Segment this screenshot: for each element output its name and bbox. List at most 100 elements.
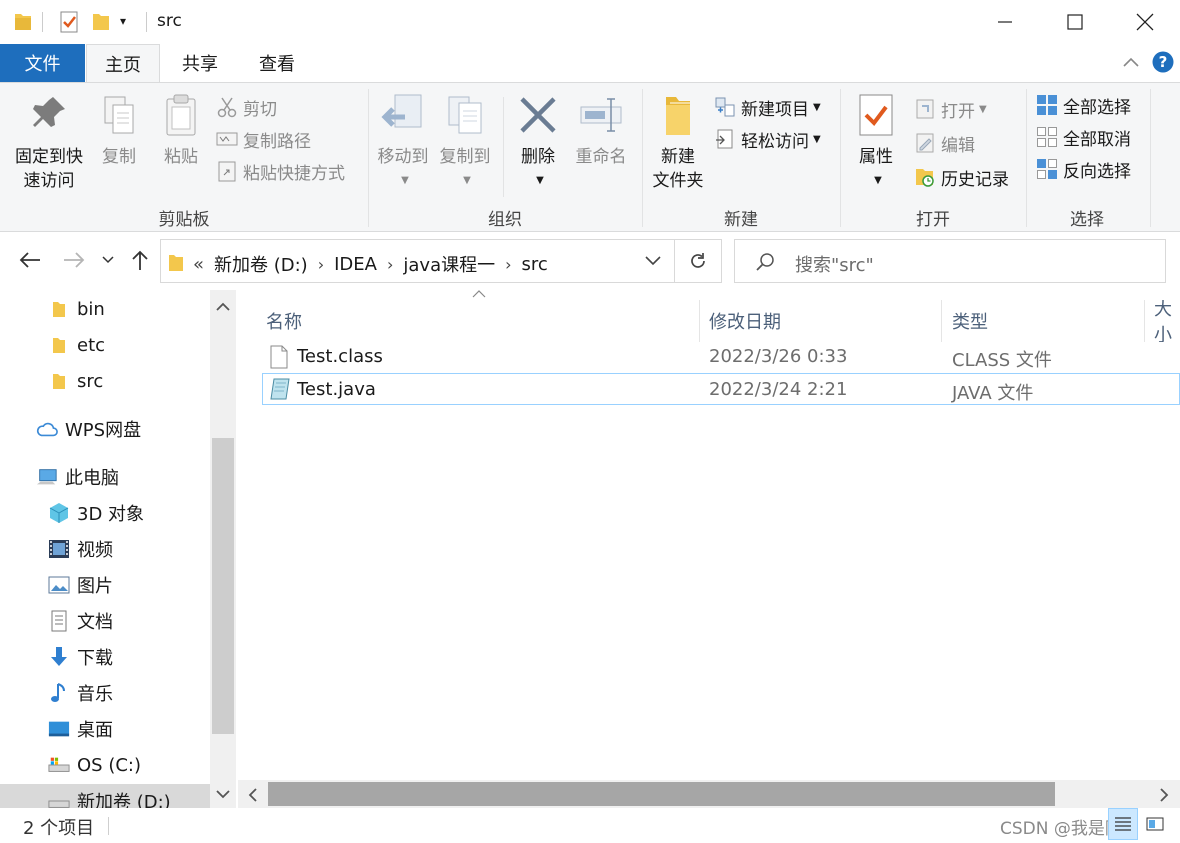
nav-item-src[interactable]: src	[48, 364, 103, 398]
easy-access-label: 轻松访问	[741, 131, 809, 152]
nav-item-pictures[interactable]: 图片	[48, 568, 113, 602]
column-divider[interactable]	[1144, 300, 1145, 342]
easy-access-button[interactable]: 轻松访问 ▼	[714, 125, 821, 153]
edit-button[interactable]: 编辑	[914, 129, 975, 157]
delete-label: 删除	[521, 147, 555, 167]
move-to-button[interactable]: 移动到 ▼	[372, 93, 434, 193]
rename-button[interactable]: 重命名	[570, 93, 632, 169]
nav-item-3d-objects[interactable]: 3D 对象	[48, 496, 144, 530]
dropdown-caret-icon: ▼	[401, 175, 409, 186]
address-row: « 新加卷 (D:) › IDEA › java课程一 › src 搜索"src…	[0, 232, 1180, 290]
chevron-right-icon[interactable]: ›	[387, 255, 393, 274]
open-button[interactable]: 打开 ▼	[914, 95, 987, 123]
large-icons-view-button[interactable]	[1140, 808, 1170, 840]
breadcrumb-item-drive[interactable]: 新加卷 (D:)	[214, 251, 308, 277]
nav-scrollbar-thumb[interactable]	[212, 438, 234, 734]
paste-button[interactable]: 粘贴	[158, 93, 204, 169]
file-modified: 2022/3/24 2:21	[709, 379, 848, 400]
nav-item-label: 下载	[77, 648, 113, 669]
horizontal-scrollbar[interactable]	[238, 780, 1180, 808]
nav-item-desktop[interactable]: 桌面	[48, 712, 113, 746]
nav-item-music[interactable]: 音乐	[48, 676, 113, 710]
help-icon[interactable]: ?	[1152, 51, 1174, 73]
nav-item-drive-d[interactable]: 新加卷 (D:)	[0, 784, 210, 808]
select-all-button[interactable]: 全部选择	[1036, 91, 1131, 119]
breadcrumb: « 新加卷 (D:) › IDEA › java课程一 › src	[193, 251, 548, 277]
chevron-right-icon[interactable]: ›	[318, 255, 324, 274]
breadcrumb-overflow[interactable]: «	[193, 254, 204, 275]
column-header-label: 大小	[1154, 300, 1172, 342]
paste-shortcut-button[interactable]: 粘贴快捷方式	[216, 157, 345, 185]
scroll-down-icon[interactable]	[210, 780, 236, 808]
column-divider[interactable]	[941, 300, 942, 342]
invert-selection-label: 反向选择	[1063, 161, 1131, 182]
properties-quick-icon[interactable]	[58, 10, 80, 34]
recent-locations-button[interactable]	[96, 246, 120, 274]
new-item-button[interactable]: 新建项目 ▼	[714, 93, 821, 121]
properties-button[interactable]: 属性 ▼	[848, 93, 904, 193]
close-icon	[1136, 13, 1154, 31]
tab-file[interactable]: 文件	[0, 44, 85, 82]
scroll-right-icon[interactable]	[1160, 788, 1169, 802]
column-header-label: 修改日期	[709, 312, 781, 333]
minimize-button[interactable]	[970, 0, 1040, 44]
tab-home[interactable]: 主页	[86, 44, 160, 83]
table-row[interactable]: Test.class 2022/3/26 0:33 CLASS 文件	[262, 341, 1180, 373]
scroll-up-icon[interactable]	[210, 292, 236, 320]
chevron-right-icon[interactable]: ›	[505, 255, 511, 274]
divider	[42, 12, 43, 32]
table-row[interactable]: Test.java 2022/3/24 2:21 JAVA 文件	[262, 373, 1180, 405]
delete-button[interactable]: 删除 ▼	[510, 93, 566, 193]
new-folder-button[interactable]: 新建 文件夹	[648, 93, 708, 193]
nav-item-this-pc[interactable]: 此电脑	[36, 460, 119, 494]
details-view-button[interactable]	[1108, 808, 1138, 840]
column-header-modified[interactable]: 修改日期	[709, 300, 939, 342]
breadcrumb-item-src[interactable]: src	[522, 254, 548, 275]
nav-item-downloads[interactable]: 下载	[48, 640, 113, 674]
column-header-name[interactable]: 名称	[266, 300, 696, 342]
nav-item-documents[interactable]: 文档	[48, 604, 113, 638]
breadcrumb-item-course[interactable]: java课程一	[403, 251, 495, 277]
paste-shortcut-label: 粘贴快捷方式	[243, 163, 345, 184]
breadcrumb-item-idea[interactable]: IDEA	[334, 254, 377, 275]
copy-button[interactable]: 复制	[96, 93, 142, 169]
search-box[interactable]: 搜索"src"	[734, 239, 1166, 283]
up-button[interactable]	[126, 246, 154, 274]
copy-path-button[interactable]: 复制路径	[216, 125, 311, 153]
column-divider[interactable]	[699, 300, 700, 342]
invert-selection-icon	[1037, 159, 1057, 179]
svg-text:?: ?	[1159, 53, 1168, 71]
history-button[interactable]: 历史记录	[914, 163, 1009, 191]
forward-button[interactable]	[60, 246, 88, 274]
collapse-ribbon-icon[interactable]	[1121, 54, 1141, 70]
nav-item-drive-c[interactable]: OS (C:)	[48, 748, 141, 782]
nav-item-label: 3D 对象	[77, 504, 145, 525]
new-folder-quick-icon[interactable]	[92, 11, 110, 31]
customize-toolbar-icon[interactable]: ▾	[120, 14, 126, 28]
scroll-left-icon[interactable]	[248, 788, 257, 802]
nav-item-wps[interactable]: WPS网盘	[36, 412, 141, 446]
nav-item-bin[interactable]: bin	[48, 292, 105, 326]
copy-to-button[interactable]: 复制到 ▼	[434, 93, 496, 193]
select-none-button[interactable]: 全部取消	[1036, 123, 1131, 151]
tab-share[interactable]: 共享	[164, 44, 236, 82]
address-bar[interactable]: « 新加卷 (D:) › IDEA › java课程一 › src	[160, 239, 675, 283]
address-history-chevron-icon[interactable]	[645, 256, 661, 266]
nav-item-etc[interactable]: etc	[48, 328, 105, 362]
close-button[interactable]	[1110, 0, 1180, 44]
maximize-button[interactable]	[1040, 0, 1110, 44]
nav-scrollbar[interactable]	[210, 290, 236, 808]
nav-item-videos[interactable]: 视频	[48, 532, 113, 566]
window-title: src	[157, 11, 182, 31]
cut-button[interactable]: 剪切	[216, 93, 277, 121]
pin-quick-access-button[interactable]: 固定到快 速访问	[10, 93, 88, 193]
back-button[interactable]	[16, 246, 44, 274]
horizontal-scrollbar-thumb[interactable]	[268, 782, 1055, 806]
invert-selection-button[interactable]: 反向选择	[1036, 155, 1131, 183]
tab-view[interactable]: 查看	[240, 44, 314, 82]
refresh-button[interactable]	[675, 239, 722, 283]
chevron-down-icon	[102, 256, 114, 264]
column-header-size[interactable]: 大小	[1154, 300, 1180, 342]
folder-icon	[48, 334, 70, 356]
column-header-type[interactable]: 类型	[952, 300, 1142, 342]
